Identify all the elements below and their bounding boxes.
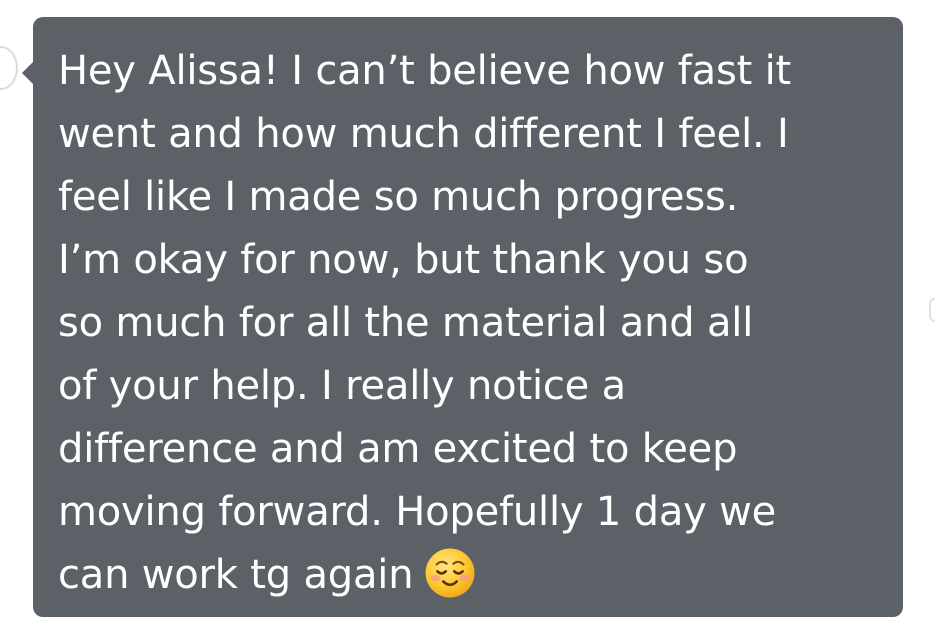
message-line: feel like I made so much progress. — [58, 174, 739, 220]
scroll-edge-handle — [929, 298, 935, 322]
smiling-face-emoji-icon — [425, 548, 475, 598]
message-last-line: can work tg again — [58, 544, 878, 607]
message-line: I’m okay for now, but thank you so — [58, 237, 749, 283]
message-line: so much for all the material and all — [58, 300, 754, 346]
message-line: of your help. I really notice a — [58, 363, 626, 409]
sender-avatar[interactable] — [0, 46, 18, 90]
message-line: went and how much different I feel. I — [58, 111, 789, 157]
message-line: moving forward. Hopefully 1 day we — [58, 489, 777, 535]
message-line: difference and am excited to keep — [58, 426, 738, 472]
message-text: Hey Alissa! I can’t believe how fast it … — [58, 40, 878, 607]
message-line-text: can work tg again — [58, 552, 414, 598]
message-line: Hey Alissa! I can’t believe how fast it — [58, 48, 792, 94]
